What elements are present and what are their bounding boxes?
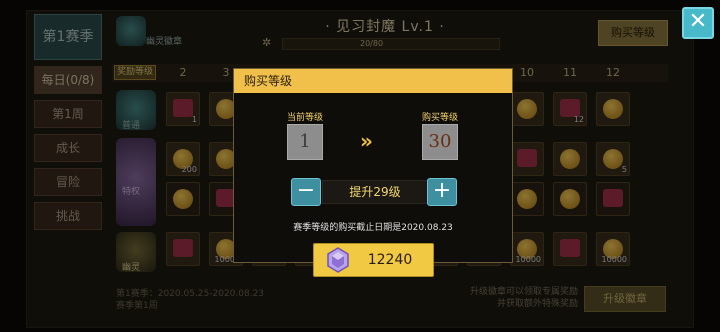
buy-level-label: 购买等级 <box>421 113 458 123</box>
purchase-price[interactable]: 12240 <box>354 243 426 277</box>
dialog-title: 购买等级 <box>244 74 293 88</box>
buy-level-dialog <box>233 68 513 263</box>
current-level-value: 1 <box>287 124 323 160</box>
purchase-deadline-text: 赛季等级的购买截止日期是2020.08.23 <box>293 223 453 233</box>
double-arrow-icon: » <box>360 129 373 153</box>
level-up-text: 提升29级 <box>349 185 401 199</box>
close-icon[interactable]: ✕ <box>682 7 714 39</box>
buy-level-value: 30 <box>422 124 458 160</box>
current-level-label: 当前等级 <box>286 113 323 123</box>
crystal-icon <box>327 247 349 273</box>
plus-button[interactable]: + <box>427 178 457 206</box>
minus-button[interactable]: − <box>291 178 321 206</box>
